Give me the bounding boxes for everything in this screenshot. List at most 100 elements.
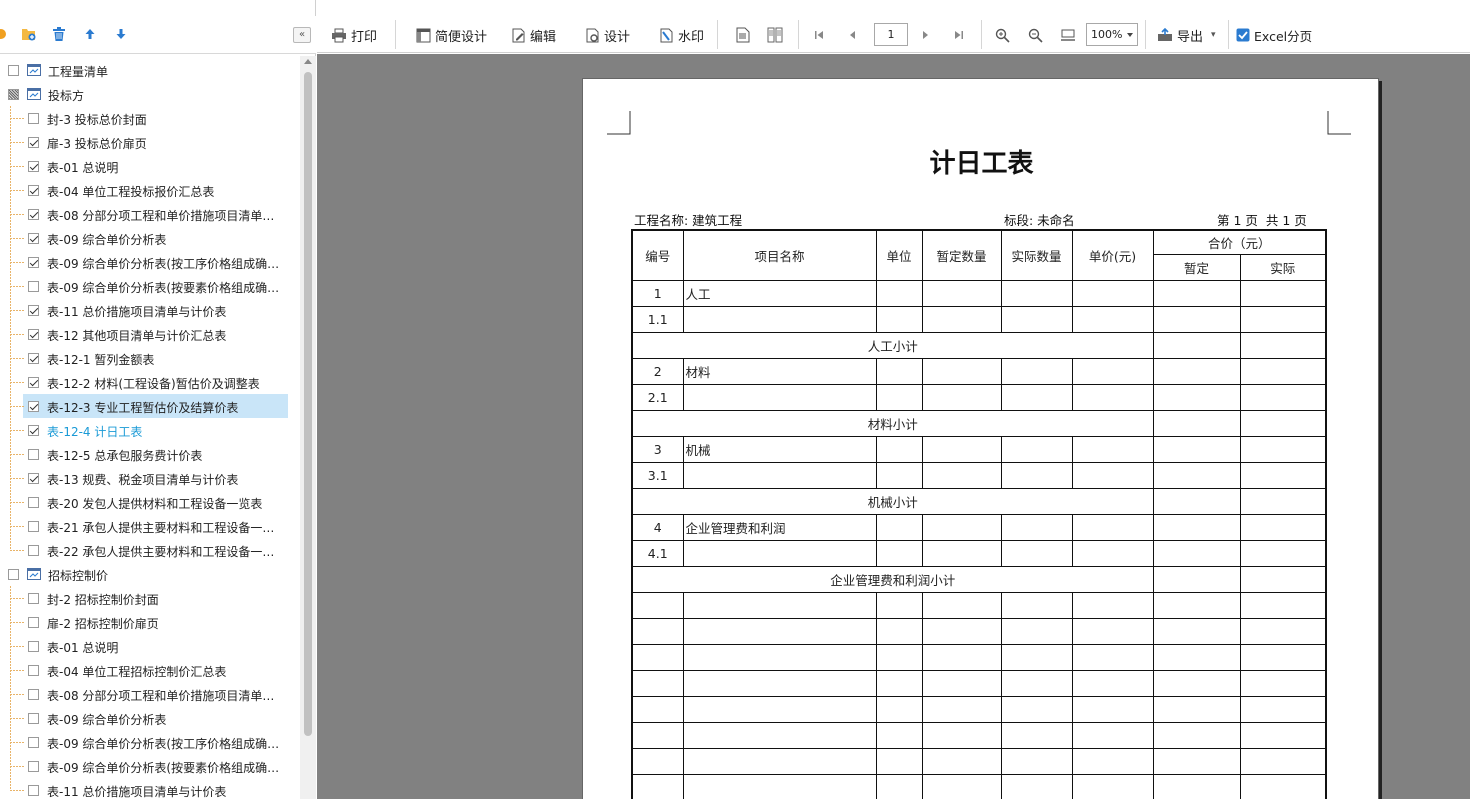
tree-item[interactable]: 表-09 综合单价分析表 bbox=[0, 706, 300, 730]
watermark-button[interactable]: 水印 bbox=[659, 24, 704, 46]
tree-checkbox[interactable] bbox=[28, 209, 39, 220]
move-down-icon[interactable] bbox=[112, 25, 130, 43]
tree-item[interactable]: 扉-2 招标控制价扉页 bbox=[0, 610, 300, 634]
tree-item[interactable]: 表-04 单位工程投标报价汇总表 bbox=[0, 178, 300, 202]
single-page-button[interactable] bbox=[736, 24, 754, 46]
tree-item[interactable]: 扉-3 投标总价扉页 bbox=[0, 130, 300, 154]
tree-checkbox[interactable] bbox=[28, 257, 39, 268]
tree-checkbox[interactable] bbox=[28, 425, 39, 436]
tree-checkbox[interactable] bbox=[28, 713, 39, 724]
tree-item[interactable]: 表-09 综合单价分析表(按要素价格组成确… bbox=[0, 754, 300, 778]
scrollbar-thumb[interactable] bbox=[304, 72, 312, 736]
next-page-button[interactable] bbox=[921, 24, 935, 46]
tree-checkbox[interactable] bbox=[28, 377, 39, 388]
row-number: 1.1 bbox=[631, 305, 684, 333]
tree-checkbox[interactable] bbox=[8, 65, 19, 76]
tree-checkbox[interactable] bbox=[28, 161, 39, 172]
tree-checkbox[interactable] bbox=[28, 689, 39, 700]
tree-item[interactable]: 表-12-1 暂列金额表 bbox=[0, 346, 300, 370]
tree-item[interactable]: 表-12-5 总承包服务费计价表 bbox=[0, 442, 300, 466]
tree-checkbox[interactable] bbox=[28, 281, 39, 292]
tree-checkbox[interactable] bbox=[8, 569, 19, 580]
page-number-input[interactable]: 1 bbox=[874, 23, 908, 46]
add-group-icon[interactable] bbox=[0, 25, 12, 43]
tree-item[interactable]: 表-12-2 材料(工程设备)暂估价及调整表 bbox=[0, 370, 300, 394]
tree-checkbox[interactable] bbox=[28, 737, 39, 748]
add-folder-icon[interactable] bbox=[20, 25, 38, 43]
tree-item[interactable]: 表-09 综合单价分析表(按工序价格组成确… bbox=[0, 250, 300, 274]
zoom-select[interactable]: 100% bbox=[1086, 23, 1138, 46]
tree-checkbox[interactable] bbox=[28, 617, 39, 628]
tree-checkbox[interactable] bbox=[28, 353, 39, 364]
tree-item[interactable]: 表-04 单位工程招标控制价汇总表 bbox=[0, 658, 300, 682]
tree-item[interactable]: 表-22 承包人提供主要材料和工程设备一… bbox=[0, 538, 300, 562]
table-cell bbox=[921, 539, 1002, 567]
sidebar-scrollbar[interactable] bbox=[300, 56, 316, 799]
tree-item[interactable]: 表-11 总价措施项目清单与计价表 bbox=[0, 778, 300, 799]
tree-group[interactable]: 招标控制价 bbox=[0, 562, 300, 586]
tree-item[interactable]: 表-11 总价措施项目清单与计价表 bbox=[0, 298, 300, 322]
tree-checkbox[interactable] bbox=[28, 449, 39, 460]
tree-item[interactable]: 表-01 总说明 bbox=[0, 154, 300, 178]
table-cell bbox=[1071, 773, 1154, 799]
tree-item[interactable]: 表-09 综合单价分析表 bbox=[0, 226, 300, 250]
print-button[interactable]: 打印 bbox=[331, 24, 377, 46]
zoom-out-button[interactable] bbox=[1028, 24, 1047, 46]
tree-item[interactable]: 封-2 招标控制价封面 bbox=[0, 586, 300, 610]
tree-connector bbox=[10, 358, 24, 359]
first-page-button[interactable] bbox=[813, 24, 829, 46]
tree-checkbox[interactable] bbox=[28, 665, 39, 676]
tree-checkbox[interactable] bbox=[28, 113, 39, 124]
tree-checkbox[interactable] bbox=[28, 185, 39, 196]
fit-width-button[interactable] bbox=[1060, 24, 1080, 46]
design-button[interactable]: 设计 bbox=[585, 24, 630, 46]
tree-checkbox[interactable] bbox=[28, 641, 39, 652]
move-up-icon[interactable] bbox=[81, 25, 99, 43]
tree-item[interactable]: 表-21 承包人提供主要材料和工程设备一… bbox=[0, 514, 300, 538]
tree-checkbox[interactable] bbox=[8, 89, 19, 100]
tree-item[interactable]: 表-20 发包人提供材料和工程设备一览表 bbox=[0, 490, 300, 514]
collapse-sidebar-button[interactable]: « bbox=[293, 27, 311, 43]
zoom-in-button[interactable] bbox=[995, 24, 1014, 46]
tree-checkbox[interactable] bbox=[28, 305, 39, 316]
tree-checkbox[interactable] bbox=[28, 401, 39, 412]
export-dropdown-icon[interactable]: ▾ bbox=[1211, 24, 1216, 46]
edit-button[interactable]: 编辑 bbox=[511, 24, 556, 46]
header-total: 合价（元） bbox=[1152, 229, 1327, 255]
simple-design-button[interactable]: 简便设计 bbox=[416, 24, 487, 46]
tree-group[interactable]: 工程量清单 bbox=[0, 58, 300, 82]
tree-item[interactable]: 表-08 分部分项工程和单价措施项目清单… bbox=[0, 682, 300, 706]
tree-checkbox[interactable] bbox=[28, 521, 39, 532]
tree-item[interactable]: 表-12-4 计日工表 bbox=[0, 418, 300, 442]
tree-item[interactable]: 表-01 总说明 bbox=[0, 634, 300, 658]
delete-icon[interactable] bbox=[50, 25, 68, 43]
tree-checkbox[interactable] bbox=[28, 137, 39, 148]
tree-connector bbox=[10, 142, 24, 143]
prev-page-button[interactable] bbox=[847, 24, 861, 46]
tree-item[interactable]: 表-08 分部分项工程和单价措施项目清单… bbox=[0, 202, 300, 226]
zoom-value: 100% bbox=[1091, 28, 1123, 41]
double-page-button[interactable] bbox=[767, 24, 787, 46]
tree-checkbox[interactable] bbox=[28, 473, 39, 484]
tree-group[interactable]: 投标方 bbox=[0, 82, 300, 106]
tree-item[interactable]: 封-3 投标总价封面 bbox=[0, 106, 300, 130]
tree-checkbox[interactable] bbox=[28, 593, 39, 604]
tree-item[interactable]: 表-12-3 专业工程暂估价及结算价表 bbox=[0, 394, 300, 418]
tree-checkbox[interactable] bbox=[28, 545, 39, 556]
row-number bbox=[631, 747, 684, 775]
tree-checkbox[interactable] bbox=[28, 233, 39, 244]
tree-item[interactable]: 表-12 其他项目清单与计价汇总表 bbox=[0, 322, 300, 346]
table-cell bbox=[1239, 305, 1327, 333]
tree-checkbox[interactable] bbox=[28, 785, 39, 796]
tree-item[interactable]: 表-09 综合单价分析表(按工序价格组成确… bbox=[0, 730, 300, 754]
scroll-up-arrow-icon[interactable] bbox=[304, 59, 312, 64]
tree-item[interactable]: 表-13 规费、税金项目清单与计价表 bbox=[0, 466, 300, 490]
tree-checkbox[interactable] bbox=[28, 497, 39, 508]
tree-item[interactable]: 表-09 综合单价分析表(按要素价格组成确… bbox=[0, 274, 300, 298]
document-viewer[interactable]: 计日工表 工程名称: 建筑工程 标段: 未命名 第 1 页 共 1 页 编号 项… bbox=[317, 54, 1470, 799]
export-button[interactable]: 导出 bbox=[1157, 24, 1203, 46]
tree-checkbox[interactable] bbox=[28, 761, 39, 772]
excel-paging-toggle[interactable]: Excel分页 bbox=[1236, 24, 1312, 46]
last-page-button[interactable] bbox=[953, 24, 969, 46]
tree-checkbox[interactable] bbox=[28, 329, 39, 340]
